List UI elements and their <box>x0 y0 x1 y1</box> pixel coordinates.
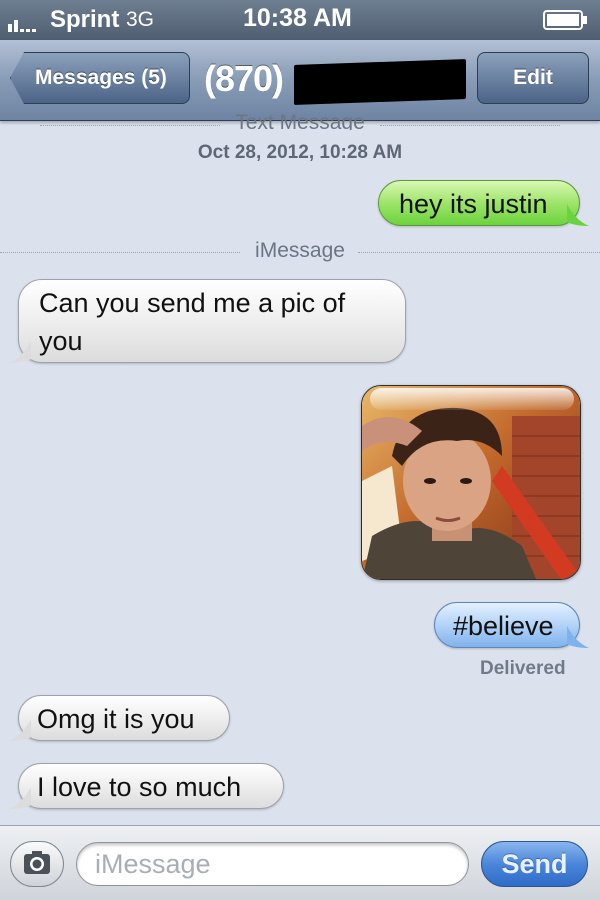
signal-bars-icon <box>8 20 36 32</box>
bubble-tail <box>567 204 589 226</box>
send-button[interactable]: Send <box>481 841 588 887</box>
message-text: hey its justin <box>399 189 548 219</box>
bubble-tail <box>567 626 589 648</box>
bubble-tail <box>9 341 31 363</box>
message-timestamp: Oct 28, 2012, 10:28 AM <box>197 142 403 163</box>
message-text: I love to so much <box>37 772 242 802</box>
message-input-bar: Send <box>0 825 600 900</box>
divider-line <box>380 125 560 126</box>
message-text-input[interactable] <box>76 842 469 886</box>
delivery-status: Delivered <box>480 658 566 679</box>
sms-service-label: Text Message <box>235 112 365 130</box>
status-time: 10:38 AM <box>243 4 352 32</box>
incoming-message-bubble[interactable]: I love to so much <box>9 763 284 809</box>
divider-line <box>40 125 220 126</box>
outgoing-imessage-bubble[interactable]: #believe <box>434 602 589 648</box>
network-type: 3G <box>126 8 155 31</box>
imessage-service-label: iMessage <box>255 239 345 262</box>
message-text: Can you send me a pic of you <box>39 288 346 356</box>
edit-button[interactable]: Edit <box>477 52 589 104</box>
carrier-name: Sprint <box>50 6 120 33</box>
incoming-message-bubble[interactable]: Omg it is you <box>9 695 230 741</box>
back-to-messages-button[interactable]: Messages (5) <box>10 52 190 104</box>
sent-photo-attachment[interactable] <box>361 385 581 580</box>
redacted-phone-number <box>294 58 466 106</box>
conversation-title: (870) <box>204 58 284 99</box>
selfie-photo-image <box>362 386 580 579</box>
navigation-bar: Messages (5) (870) Edit <box>0 40 600 121</box>
outgoing-sms-bubble[interactable]: hey its justin <box>378 180 589 226</box>
bubble-tail <box>9 787 31 809</box>
message-text: #believe <box>453 611 554 641</box>
divider-line <box>0 252 240 253</box>
bubble-tail <box>9 719 31 741</box>
status-bar: Sprint 3G 10:38 AM <box>0 0 600 40</box>
camera-button[interactable] <box>10 841 64 887</box>
camera-icon <box>24 851 50 874</box>
incoming-message-bubble[interactable]: Can you send me a pic of you <box>9 279 406 363</box>
divider-line <box>358 252 600 253</box>
message-text: Omg it is you <box>37 704 195 734</box>
battery-icon <box>543 10 587 30</box>
